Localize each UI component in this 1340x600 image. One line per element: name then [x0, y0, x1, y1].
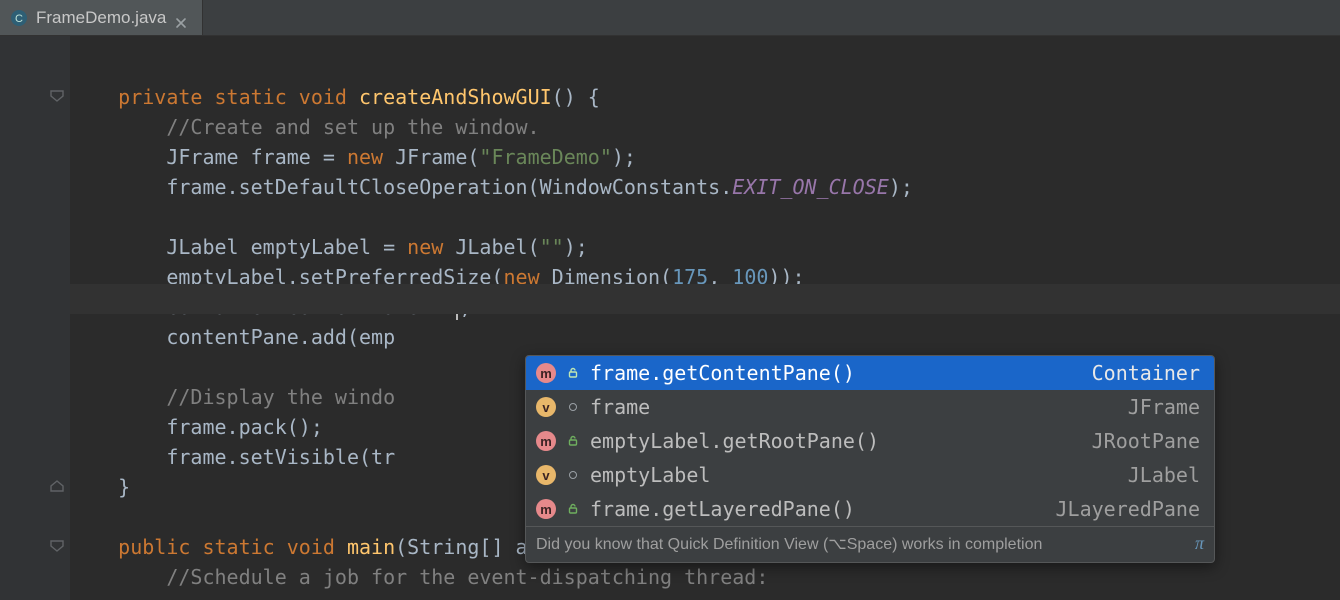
- completion-type: JFrame: [1128, 395, 1200, 419]
- completion-item[interactable]: v emptyLabel JLabel: [526, 458, 1214, 492]
- completion-type: JLayeredPane: [1056, 497, 1201, 521]
- fold-marker-icon[interactable]: [50, 480, 64, 492]
- fold-marker-icon[interactable]: [50, 90, 64, 102]
- method-icon: m: [536, 499, 556, 519]
- pi-icon: π: [1195, 533, 1204, 554]
- completion-label: frame.getContentPane(): [590, 361, 1082, 385]
- completion-label: frame: [590, 395, 1118, 419]
- completion-type: JRootPane: [1092, 429, 1200, 453]
- completion-label: frame.getLayeredPane(): [590, 497, 1046, 521]
- current-line-highlight: [70, 284, 1340, 314]
- package-dot-icon: [566, 403, 580, 411]
- unlock-icon: [566, 435, 580, 447]
- completion-popup: m frame.getContentPane() Container v frame JF…: [525, 355, 1215, 563]
- completion-label: emptyLabel: [590, 463, 1118, 487]
- variable-icon: v: [536, 397, 556, 417]
- editor-tab[interactable]: C FrameDemo.java: [0, 0, 203, 35]
- editor-area: private static void createAndShowGUI() {…: [0, 36, 1340, 600]
- fold-marker-icon[interactable]: [50, 540, 64, 552]
- completion-item[interactable]: m frame.getContentPane() Container: [526, 356, 1214, 390]
- svg-text:C: C: [15, 13, 23, 25]
- completion-type: Container: [1092, 361, 1200, 385]
- unlock-icon: [566, 503, 580, 515]
- java-class-icon: C: [10, 9, 28, 27]
- method-icon: m: [536, 431, 556, 451]
- package-dot-icon: [566, 471, 580, 479]
- completion-item[interactable]: m emptyLabel.getRootPane() JRootPane: [526, 424, 1214, 458]
- completion-hint: Did you know that Quick Definition View …: [526, 526, 1214, 562]
- editor-tabbar: C FrameDemo.java: [0, 0, 1340, 36]
- code-viewport[interactable]: private static void createAndShowGUI() {…: [70, 36, 1340, 600]
- unlock-icon: [566, 367, 580, 379]
- hint-text: Did you know that Quick Definition View …: [536, 534, 1042, 554]
- tab-title: FrameDemo.java: [36, 8, 166, 28]
- completion-type: JLabel: [1128, 463, 1200, 487]
- completion-label: emptyLabel.getRootPane(): [590, 429, 1082, 453]
- completion-item[interactable]: v frame JFrame: [526, 390, 1214, 424]
- method-icon: m: [536, 363, 556, 383]
- completion-item[interactable]: m frame.getLayeredPane() JLayeredPane: [526, 492, 1214, 526]
- close-icon[interactable]: [174, 11, 188, 25]
- variable-icon: v: [536, 465, 556, 485]
- gutter: [0, 36, 70, 600]
